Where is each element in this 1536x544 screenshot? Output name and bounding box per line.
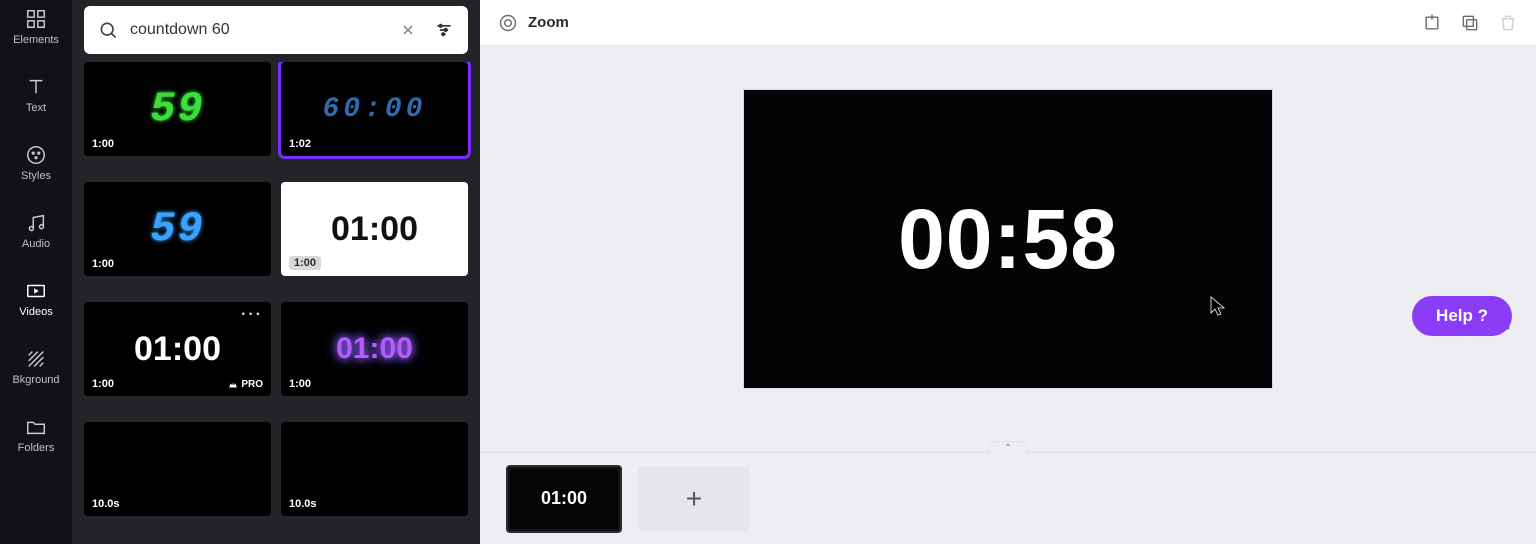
duration-badge: 1:02 (289, 138, 311, 150)
result-thumb[interactable]: 591:00 (84, 62, 271, 156)
pro-badge: PRO (228, 379, 263, 390)
video-icon (25, 280, 47, 302)
rail-text[interactable]: Text (0, 68, 72, 122)
trash-icon (1498, 13, 1518, 33)
duration-badge: 1:00 (92, 258, 114, 270)
stage-viewport[interactable]: 00:58 24% Help ? (480, 46, 1536, 452)
search-results: 591:00 60:001:02 591:00 01:001:00 ··· 01… (72, 62, 480, 544)
search-icon (94, 16, 122, 44)
expand-timeline-icon[interactable]: ⌃ (988, 441, 1028, 455)
clear-search-icon[interactable] (394, 16, 422, 44)
page-thumbnail[interactable]: 01:00 (508, 467, 620, 531)
page-timeline: ⌃ 01:00 + (480, 452, 1536, 544)
duplicate-icon[interactable] (1460, 13, 1480, 33)
animate-icon[interactable] (498, 13, 518, 33)
countdown-display[interactable]: 00:58 (898, 191, 1118, 288)
rail-label: Elements (13, 34, 59, 46)
more-options-icon[interactable]: ··· (241, 306, 263, 324)
result-thumb[interactable]: 01:001:00 (281, 182, 468, 276)
help-button[interactable]: Help ? (1412, 296, 1512, 336)
rail-folders[interactable]: Folders (0, 408, 72, 462)
zoom-label[interactable]: Zoom (528, 14, 569, 31)
rail-label: Folders (18, 442, 55, 454)
design-canvas[interactable]: 00:58 (744, 90, 1272, 388)
duration-badge: 1:00 (92, 138, 114, 150)
duration-badge: 1:00 (92, 378, 114, 390)
rail-videos[interactable]: Videos (0, 272, 72, 326)
result-thumb[interactable]: 60:001:02 (281, 62, 468, 156)
search-box (84, 6, 468, 54)
duration-badge: 1:00 (289, 378, 311, 390)
rail-label: Audio (22, 238, 50, 250)
page-thumb-label: 01:00 (541, 488, 587, 509)
canvas-area: Zoom 00:58 24% Help ? ⌃ 01:00 + (480, 0, 1536, 544)
rail-audio[interactable]: Audio (0, 204, 72, 258)
elements-panel: 591:00 60:001:02 591:00 01:001:00 ··· 01… (72, 0, 480, 544)
rail-label: Text (26, 102, 46, 114)
add-page-icon[interactable] (1422, 13, 1442, 33)
duration-badge: 10.0s (289, 498, 317, 510)
filter-icon[interactable] (430, 16, 458, 44)
tool-rail: Elements Text Styles Audio Videos Bkgrou… (0, 0, 72, 544)
rail-elements[interactable]: Elements (0, 0, 72, 54)
music-icon (25, 212, 47, 234)
result-thumb[interactable]: 10.0s (84, 422, 271, 516)
rail-bkground[interactable]: Bkground (0, 340, 72, 394)
texture-icon (25, 348, 47, 370)
rail-label: Styles (21, 170, 51, 182)
duration-badge: 1:00 (289, 256, 321, 270)
result-thumb[interactable]: 591:00 (84, 182, 271, 276)
rail-label: Bkground (12, 374, 59, 386)
shapes-icon (25, 8, 47, 30)
folder-icon (25, 416, 47, 438)
text-icon (25, 76, 47, 98)
palette-icon (25, 144, 47, 166)
rail-label: Videos (19, 306, 52, 318)
duration-badge: 10.0s (92, 498, 120, 510)
add-page-button[interactable]: + (638, 467, 750, 531)
rail-styles[interactable]: Styles (0, 136, 72, 190)
result-thumb[interactable]: 01:001:00 (281, 302, 468, 396)
search-input[interactable] (130, 21, 386, 39)
canvas-toolbar: Zoom (480, 0, 1536, 46)
result-thumb[interactable]: ··· 01:00 1:00 PRO (84, 302, 271, 396)
result-thumb[interactable]: 10.0s (281, 422, 468, 516)
